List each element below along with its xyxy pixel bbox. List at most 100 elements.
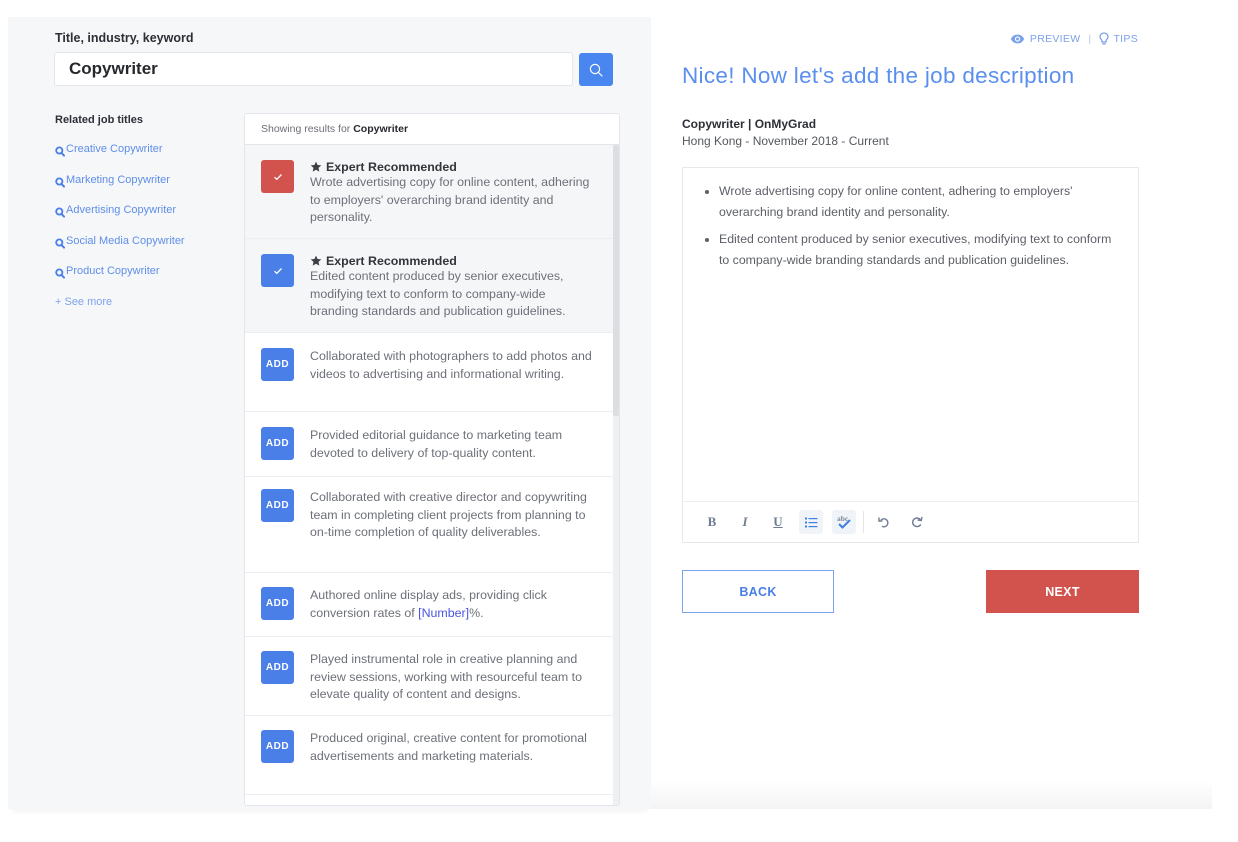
check-icon <box>273 267 282 274</box>
badge-label: Expert Recommended <box>326 254 457 268</box>
bold-icon: B <box>707 514 717 529</box>
result-item-text: Wrote advertising copy for online conten… <box>310 175 590 224</box>
top-links: PREVIEW | TIPS <box>1010 32 1138 45</box>
tips-label: TIPS <box>1113 32 1138 45</box>
editor-content[interactable]: Wrote advertising copy for online conten… <box>683 168 1138 502</box>
selected-toggle-button[interactable] <box>261 160 294 193</box>
add-button[interactable]: ADD <box>261 427 294 460</box>
redo-icon <box>912 516 923 528</box>
related-title-label: Product Copywriter <box>66 265 160 278</box>
page-title: Nice! Now let's add the job description <box>682 63 1075 88</box>
add-button[interactable]: ADD <box>261 489 294 522</box>
search-input[interactable] <box>54 52 573 86</box>
search-icon <box>589 63 603 77</box>
italic-icon: I <box>742 514 748 529</box>
result-item-text: Produced original, creative content for … <box>310 731 587 763</box>
description-editor[interactable]: Wrote advertising copy for online conten… <box>682 167 1139 543</box>
selected-toggle-button[interactable] <box>261 254 294 287</box>
bottom-fade <box>651 780 1212 809</box>
result-item-content: Expert Recommended Wrote advertising cop… <box>310 160 613 238</box>
spellcheck-button[interactable]: abc <box>832 510 856 534</box>
related-title-item[interactable]: Product Copywriter <box>55 265 185 296</box>
result-item-text: Played instrumental role in creative pla… <box>310 652 583 701</box>
spellcheck-icon: abc <box>837 514 851 529</box>
search-label: Title, industry, keyword <box>55 31 194 45</box>
badge-label: Expert Recommended <box>326 160 457 174</box>
related-title-item[interactable]: Advertising Copywriter <box>55 204 185 235</box>
number-placeholder-token[interactable]: [Number] <box>418 606 469 620</box>
back-button[interactable]: BACK <box>682 570 834 613</box>
bullet-item[interactable]: Wrote advertising copy for online conten… <box>701 181 1120 222</box>
undo-icon <box>878 517 889 528</box>
see-more-link[interactable]: + See more <box>55 296 112 308</box>
related-titles-heading: Related job titles <box>55 114 144 126</box>
expert-recommended-badge: Expert Recommended <box>310 254 595 268</box>
result-item-text: Collaborated with creative director and … <box>310 490 587 539</box>
lightbulb-icon <box>1099 32 1110 45</box>
results-header-prefix: Showing results for <box>261 123 354 135</box>
underline-icon: U <box>773 514 783 529</box>
bullet-item[interactable]: Edited content produced by senior execut… <box>701 229 1120 270</box>
related-title-label: Social Media Copywriter <box>66 234 185 247</box>
italic-button[interactable]: I <box>733 510 757 534</box>
undo-button[interactable] <box>872 510 896 534</box>
search-icon <box>55 146 65 157</box>
result-item-content: Expert Recommended Edited content produc… <box>310 254 613 332</box>
result-item-text: Authored online display ads, providing c… <box>310 587 613 636</box>
list-icon <box>804 517 817 527</box>
editor-toolbar: B I U abc <box>683 501 1138 542</box>
underline-button[interactable]: U <box>766 510 790 534</box>
bullet-list: Wrote advertising copy for online conten… <box>701 181 1120 270</box>
star-icon <box>310 255 322 266</box>
redo-button[interactable] <box>905 510 929 534</box>
result-item[interactable]: ADD Collaborated with photographers to a… <box>245 333 613 412</box>
related-title-item[interactable]: Social Media Copywriter <box>55 235 185 266</box>
related-titles-list: Creative Copywriter Marketing Copywriter… <box>55 143 185 296</box>
search-icon <box>55 238 65 249</box>
search-icon <box>55 177 65 188</box>
check-icon <box>273 173 282 180</box>
left-panel: Title, industry, keyword Related job tit… <box>8 17 651 809</box>
results-header: Showing results for Copywriter <box>245 114 619 145</box>
search-icon <box>55 207 65 218</box>
related-title-item[interactable]: Creative Copywriter <box>55 143 185 174</box>
result-item-text: Edited content produced by senior execut… <box>310 269 566 318</box>
eye-icon <box>1010 34 1025 43</box>
preview-link[interactable]: PREVIEW <box>1010 33 1081 45</box>
add-button[interactable]: ADD <box>261 651 294 684</box>
result-item[interactable]: ADD Collaborated with creative director … <box>245 477 613 573</box>
result-item[interactable]: Expert Recommended Edited content produc… <box>245 239 613 333</box>
related-title-item[interactable]: Marketing Copywriter <box>55 174 185 205</box>
add-button[interactable]: ADD <box>261 587 294 620</box>
preview-label: PREVIEW <box>1029 32 1081 45</box>
results-list[interactable]: Expert Recommended Wrote advertising cop… <box>245 145 619 805</box>
job-title: Copywriter | OnMyGrad <box>682 117 817 131</box>
next-button[interactable]: NEXT <box>986 570 1139 613</box>
related-title-label: Marketing Copywriter <box>66 173 170 186</box>
result-item[interactable]: ADD Played instrumental role in creative… <box>245 637 613 716</box>
result-item[interactable]: ADD Authored online display ads, providi… <box>245 573 613 637</box>
result-text-after: %. <box>469 605 484 620</box>
result-item[interactable]: ADD Provided editorial guidance to marke… <box>245 412 613 477</box>
related-title-label: Advertising Copywriter <box>66 204 177 217</box>
result-item-text: Collaborated with photographers to add p… <box>310 349 592 381</box>
add-button[interactable]: ADD <box>261 730 294 763</box>
link-separator: | <box>1088 32 1092 45</box>
add-button[interactable]: ADD <box>261 348 294 381</box>
related-title-label: Creative Copywriter <box>66 143 163 155</box>
results-panel: Showing results for Copywriter Expert Re… <box>244 113 620 806</box>
search-button[interactable] <box>579 53 613 86</box>
bullet-list-button[interactable] <box>799 510 823 534</box>
star-icon <box>310 161 322 172</box>
job-meta: Hong Kong - November 2018 - Current <box>682 134 889 148</box>
tips-link[interactable]: TIPS <box>1099 32 1138 45</box>
toolbar-divider <box>863 511 864 533</box>
bold-button[interactable]: B <box>700 510 724 534</box>
search-icon <box>55 268 65 279</box>
result-item[interactable]: Expert Recommended Wrote advertising cop… <box>245 145 613 239</box>
results-header-term: Copywriter <box>353 123 409 135</box>
result-item[interactable]: ADD Produced original, creative content … <box>245 716 613 795</box>
scrollbar-thumb[interactable] <box>613 145 619 416</box>
expert-recommended-badge: Expert Recommended <box>310 160 595 174</box>
scrollbar-track[interactable] <box>613 145 619 805</box>
